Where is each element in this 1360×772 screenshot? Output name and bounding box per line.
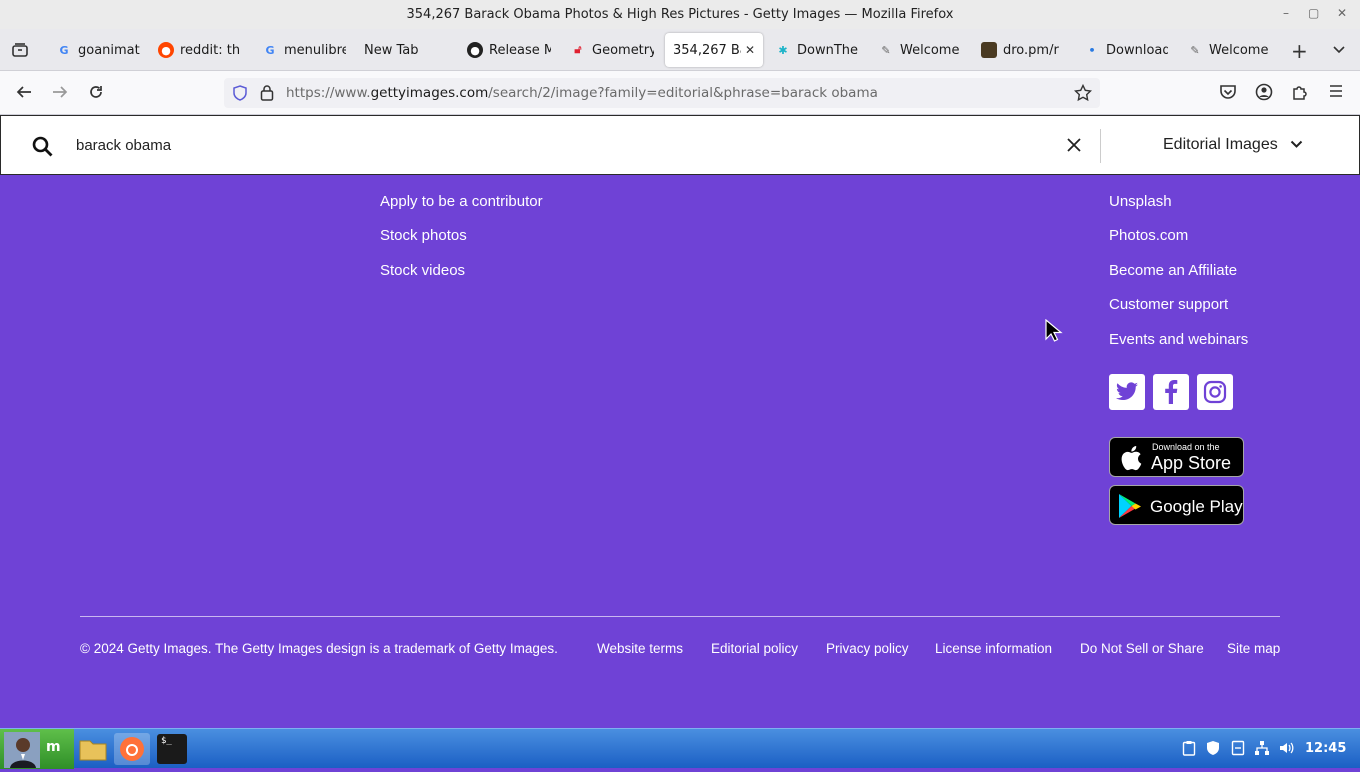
tab-overview-icon[interactable] [11, 42, 29, 58]
google-play-badge[interactable]: Google Play [1109, 485, 1244, 525]
footer-link-photos-com[interactable]: Photos.com [1109, 227, 1188, 244]
taskbar: m $_ 12:45 [0, 728, 1360, 769]
clipped-link-fragment [464, 175, 504, 179]
bookmark-star-icon[interactable] [1073, 83, 1093, 106]
close-tab-icon[interactable]: ✕ [745, 43, 755, 57]
github-icon: ● [467, 42, 483, 58]
footer-link-apply-contributor[interactable]: Apply to be a contributor [380, 193, 543, 210]
welcome-icon: ✎ [881, 43, 891, 57]
clipboard-icon[interactable] [1181, 740, 1197, 756]
back-icon[interactable] [14, 83, 34, 103]
legal-link-website-terms[interactable]: Website terms [597, 641, 683, 656]
extensions-icon[interactable] [1290, 83, 1310, 103]
volume-icon[interactable] [1278, 740, 1294, 756]
dot-icon: • [1088, 43, 1096, 57]
menu-hamburger-icon[interactable] [1326, 83, 1346, 103]
image-family-dropdown[interactable]: Editorial Images [1163, 136, 1303, 154]
chevron-down-icon [1290, 136, 1303, 154]
image-icon [981, 42, 997, 58]
google-icon: G [59, 43, 69, 57]
tab-release[interactable]: ● Release M [467, 33, 551, 67]
navigation-toolbar: https://www.gettyimages.com/search/2/ima… [0, 71, 1360, 115]
legal-link-editorial-policy[interactable]: Editorial policy [711, 641, 798, 656]
google-play-text: Google Play [1150, 497, 1243, 516]
tab-getty-images[interactable]: 354,267 Ba ✕ [665, 33, 763, 67]
image-family-label: Editorial Images [1163, 136, 1278, 153]
tab-new-tab[interactable]: New Tab [364, 33, 448, 67]
footer-link-affiliate[interactable]: Become an Affiliate [1109, 262, 1237, 279]
list-all-tabs-icon[interactable] [1332, 41, 1346, 60]
legal-link-license-information[interactable]: License information [935, 641, 1052, 656]
close-window-button[interactable]: ✕ [1337, 6, 1347, 20]
tab-dro-pm[interactable]: dro.pm/r [981, 33, 1065, 67]
clear-search-icon[interactable] [1066, 137, 1082, 157]
account-icon[interactable] [1254, 83, 1274, 103]
search-icon[interactable] [32, 136, 53, 161]
tab-download[interactable]: • Download [1084, 33, 1168, 67]
copyright-text: © 2024 Getty Images. The Getty Images de… [80, 641, 558, 656]
legal-link-do-not-sell[interactable]: Do Not Sell or Share [1080, 641, 1204, 656]
window-titlebar: 354,267 Barack Obama Photos & High Res P… [0, 0, 1360, 29]
minimize-button[interactable]: – [1283, 6, 1289, 20]
start-button[interactable]: m [0, 729, 74, 769]
footer-link-stock-photos[interactable]: Stock photos [380, 227, 467, 244]
legal-link-privacy-policy[interactable]: Privacy policy [826, 641, 909, 656]
reload-icon[interactable] [86, 83, 106, 103]
footer-link-events-webinars[interactable]: Events and webinars [1109, 331, 1248, 348]
pocket-icon[interactable] [1218, 83, 1238, 103]
app-store-big-text: App Store [1151, 453, 1232, 473]
new-tab-button[interactable]: + [1291, 39, 1308, 63]
tab-welcome-2[interactable]: ✎ Welcome [1187, 33, 1271, 67]
downthe-icon: ✱ [778, 43, 788, 57]
lock-icon: 🔓︎ [574, 43, 582, 56]
search-bar: barack obama Editorial Images [0, 115, 1360, 175]
tab-downthe[interactable]: ✱ DownThe [775, 33, 859, 67]
reddit-icon: ● [158, 42, 174, 58]
maximize-button[interactable]: ▢ [1308, 6, 1319, 20]
shield-icon[interactable] [1205, 740, 1221, 756]
tab-menulibre[interactable]: G menulibre [262, 33, 346, 67]
tab-goanimate[interactable]: G goanimat [56, 33, 140, 67]
facebook-icon[interactable] [1153, 374, 1189, 410]
search-input[interactable]: barack obama [76, 137, 171, 154]
tab-geometry[interactable]: 🔓︎ Geometry [570, 33, 654, 67]
footer-link-stock-videos[interactable]: Stock videos [380, 262, 465, 279]
welcome-icon: ✎ [1190, 43, 1200, 57]
file-manager-icon[interactable] [77, 733, 109, 765]
clock[interactable]: 12:45 [1305, 741, 1346, 756]
firefox-taskbar-icon[interactable] [114, 733, 150, 765]
apple-icon [1120, 445, 1142, 476]
google-play-icon [1118, 493, 1142, 524]
network-icon[interactable] [1254, 740, 1270, 756]
app-store-small-text: Download on the [1152, 442, 1220, 452]
url-bar[interactable]: https://www.gettyimages.com/search/2/ima… [224, 78, 1100, 108]
app-store-badge[interactable]: Download on the App Store [1109, 437, 1244, 477]
legal-link-site-map[interactable]: Site map [1227, 641, 1280, 656]
tab-bar: G goanimat ● reddit: th G menulibre New … [0, 29, 1360, 71]
window-title: 354,267 Barack Obama Photos & High Res P… [406, 7, 954, 22]
tab-reddit[interactable]: ● reddit: th [158, 33, 242, 67]
start-label: m [46, 739, 61, 755]
forward-icon[interactable] [50, 83, 70, 103]
footer-link-customer-support[interactable]: Customer support [1109, 296, 1228, 313]
user-avatar [4, 732, 40, 768]
tracking-protection-shield-icon[interactable] [232, 85, 248, 105]
twitter-icon[interactable] [1109, 374, 1145, 410]
mouse-cursor-icon [1045, 318, 1063, 347]
footer-divider [80, 616, 1280, 617]
instagram-icon[interactable] [1197, 374, 1233, 410]
footer-link-unsplash[interactable]: Unsplash [1109, 193, 1172, 210]
updates-icon[interactable] [1230, 740, 1246, 756]
terminal-icon[interactable]: $_ [157, 734, 187, 764]
search-divider [1100, 129, 1101, 163]
url-text[interactable]: https://www.gettyimages.com/search/2/ima… [286, 85, 878, 101]
google-icon: G [265, 43, 275, 57]
lock-icon[interactable] [260, 84, 274, 105]
tab-welcome-1[interactable]: ✎ Welcome [878, 33, 962, 67]
